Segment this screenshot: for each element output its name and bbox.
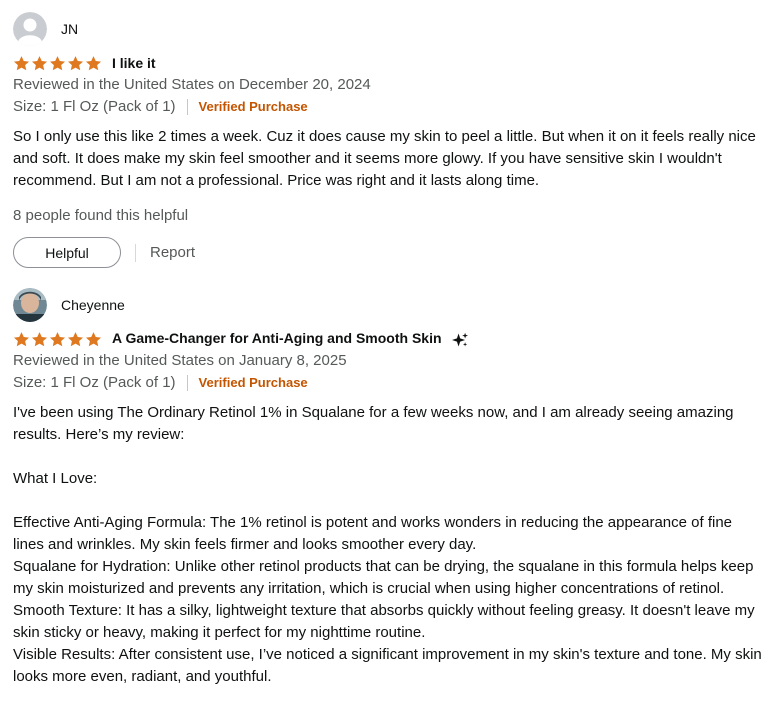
review-body: I've been using The Ordinary Retinol 1% … bbox=[13, 402, 765, 688]
rating-row: I like it bbox=[13, 52, 765, 74]
star-icon bbox=[13, 331, 30, 346]
star-icon bbox=[13, 55, 30, 70]
verified-purchase-badge: Verified Purchase bbox=[198, 99, 308, 114]
divider bbox=[135, 243, 136, 262]
review-paragraph: So I only use this like 2 times a week. … bbox=[13, 128, 756, 189]
divider bbox=[186, 99, 188, 115]
star-icon bbox=[67, 331, 84, 346]
scroll-fade bbox=[0, 690, 778, 706]
review-card: Cheyenne A Game-Changer for Anti-Aging a… bbox=[13, 288, 765, 688]
variant-size: Size: 1 Fl Oz (Pack of 1) bbox=[13, 374, 176, 391]
star-icon bbox=[31, 55, 48, 70]
review-date: Reviewed in the United States on Decembe… bbox=[13, 76, 371, 93]
review-body: So I only use this like 2 times a week. … bbox=[13, 126, 765, 192]
review-paragraph: Smooth Texture: It has a silky, lightwei… bbox=[13, 602, 755, 641]
star-rating[interactable] bbox=[13, 331, 102, 348]
variant-size: Size: 1 Fl Oz (Pack of 1) bbox=[13, 98, 176, 115]
review-actions: Helpful Report bbox=[13, 237, 765, 268]
review-title[interactable]: A Game-Changer for Anti-Aging and Smooth… bbox=[112, 330, 469, 347]
review-paragraph: What I Love: bbox=[13, 470, 98, 487]
review-title[interactable]: I like it bbox=[112, 55, 156, 71]
verified-purchase-badge: Verified Purchase bbox=[198, 375, 308, 390]
divider bbox=[186, 375, 188, 391]
review-paragraph: Squalane for Hydration: Unlike other ret… bbox=[13, 558, 754, 597]
rating-row: A Game-Changer for Anti-Aging and Smooth… bbox=[13, 328, 765, 350]
variant-row: Size: 1 Fl Oz (Pack of 1) Verified Purch… bbox=[13, 96, 765, 118]
star-icon bbox=[49, 331, 66, 346]
helpful-button[interactable]: Helpful bbox=[13, 237, 121, 268]
reviewer-name[interactable]: Cheyenne bbox=[61, 297, 125, 313]
star-icon bbox=[85, 55, 102, 70]
star-rating[interactable] bbox=[13, 55, 102, 72]
review-date: Reviewed in the United States on January… bbox=[13, 352, 347, 369]
reviewer-profile[interactable]: Cheyenne bbox=[13, 288, 765, 322]
review-title-text: A Game-Changer for Anti-Aging and Smooth… bbox=[112, 330, 442, 347]
variant-row: Size: 1 Fl Oz (Pack of 1) Verified Purch… bbox=[13, 372, 765, 394]
helpful-count: 8 people found this helpful bbox=[13, 207, 189, 224]
user-photo bbox=[13, 288, 47, 322]
review-card: JN I like it Reviewed in the United Stat… bbox=[13, 12, 765, 268]
review-paragraph: Effective Anti-Aging Formula: The 1% ret… bbox=[13, 514, 733, 553]
reviewer-name[interactable]: JN bbox=[61, 21, 78, 37]
reviewer-profile[interactable]: JN bbox=[13, 12, 765, 46]
star-icon bbox=[31, 331, 48, 346]
report-link[interactable]: Report bbox=[150, 244, 195, 261]
star-icon bbox=[67, 55, 84, 70]
review-paragraph: Visible Results: After consistent use, I… bbox=[13, 646, 762, 685]
star-icon bbox=[49, 55, 66, 70]
star-icon bbox=[85, 331, 102, 346]
default-user-icon bbox=[13, 12, 47, 46]
sparkles-icon bbox=[452, 332, 469, 347]
review-paragraph: I've been using The Ordinary Retinol 1% … bbox=[13, 404, 734, 443]
